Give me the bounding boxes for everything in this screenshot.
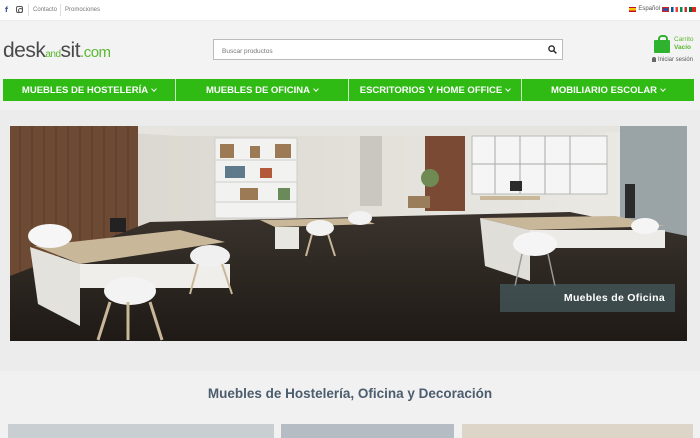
cart-label: Carrito bbox=[674, 36, 694, 43]
nav-item-label: MOBILIARIO ESCOLAR bbox=[550, 84, 658, 96]
language-label: Español bbox=[638, 6, 660, 12]
promotions-link[interactable]: Promociones bbox=[65, 7, 100, 13]
chevron-down-icon bbox=[660, 85, 666, 92]
instagram-icon[interactable] bbox=[16, 6, 23, 13]
divider bbox=[60, 4, 61, 16]
divider bbox=[28, 4, 29, 16]
hero-section: Muebles de Oficina bbox=[0, 110, 700, 371]
search-input[interactable] bbox=[214, 42, 534, 61]
category-tile[interactable] bbox=[8, 424, 274, 438]
section-title: Muebles de Hostelería, Oficina y Decorac… bbox=[207, 386, 493, 401]
nav-item-label: MUEBLES DE HOSTELERÍA bbox=[21, 84, 149, 96]
nav-item-hosteleria[interactable]: MUEBLES DE HOSTELERÍA bbox=[3, 79, 176, 101]
language-selector[interactable]: Español bbox=[629, 6, 696, 12]
shopping-bag-icon bbox=[654, 35, 670, 53]
hero-caption: Muebles de Oficina bbox=[500, 284, 675, 312]
site-logo[interactable]: deskandsit.com bbox=[3, 40, 111, 66]
france-flag-icon[interactable] bbox=[671, 6, 678, 12]
spain-flag-icon bbox=[629, 6, 637, 12]
logo-sit: sit bbox=[60, 39, 81, 62]
facebook-icon[interactable]: f bbox=[5, 6, 8, 14]
user-icon bbox=[652, 57, 656, 62]
category-tile[interactable] bbox=[462, 424, 693, 438]
nav-item-label: MUEBLES DE OFICINA bbox=[206, 84, 310, 96]
header: deskandsit.com Carrito Vacío bbox=[0, 22, 700, 78]
main-nav: MUEBLES DE HOSTELERÍA MUEBLES DE OFICINA… bbox=[3, 79, 694, 101]
category-tile[interactable] bbox=[281, 424, 454, 438]
chevron-down-icon bbox=[151, 85, 157, 92]
search-icon[interactable] bbox=[548, 45, 557, 54]
chevron-down-icon bbox=[313, 85, 319, 92]
nav-item-label: ESCRITORIOS Y HOME OFFICE bbox=[359, 84, 503, 96]
top-bar: f Contacto Promociones Español bbox=[0, 0, 700, 21]
logo-desk: desk bbox=[3, 39, 46, 62]
uk-flag-icon[interactable] bbox=[662, 6, 669, 12]
logo-dotcom: .com bbox=[80, 44, 111, 61]
login-label: Iniciar sesión bbox=[658, 57, 694, 63]
portugal-flag-icon[interactable] bbox=[689, 6, 696, 12]
nav-item-oficina[interactable]: MUEBLES DE OFICINA bbox=[176, 79, 349, 101]
hero-banner[interactable]: Muebles de Oficina bbox=[10, 126, 687, 341]
nav-item-escritorios[interactable]: ESCRITORIOS Y HOME OFFICE bbox=[349, 79, 522, 101]
search-box bbox=[213, 39, 563, 61]
italy-flag-icon[interactable] bbox=[680, 6, 687, 12]
nav-item-escolar[interactable]: MOBILIARIO ESCOLAR bbox=[522, 79, 694, 101]
cart-status: Vacío bbox=[674, 44, 691, 51]
login-link[interactable]: Iniciar sesión bbox=[652, 57, 693, 63]
contact-link[interactable]: Contacto bbox=[33, 7, 57, 13]
logo-and: and bbox=[45, 49, 61, 60]
chevron-down-icon bbox=[505, 85, 512, 92]
category-tiles bbox=[0, 424, 700, 438]
